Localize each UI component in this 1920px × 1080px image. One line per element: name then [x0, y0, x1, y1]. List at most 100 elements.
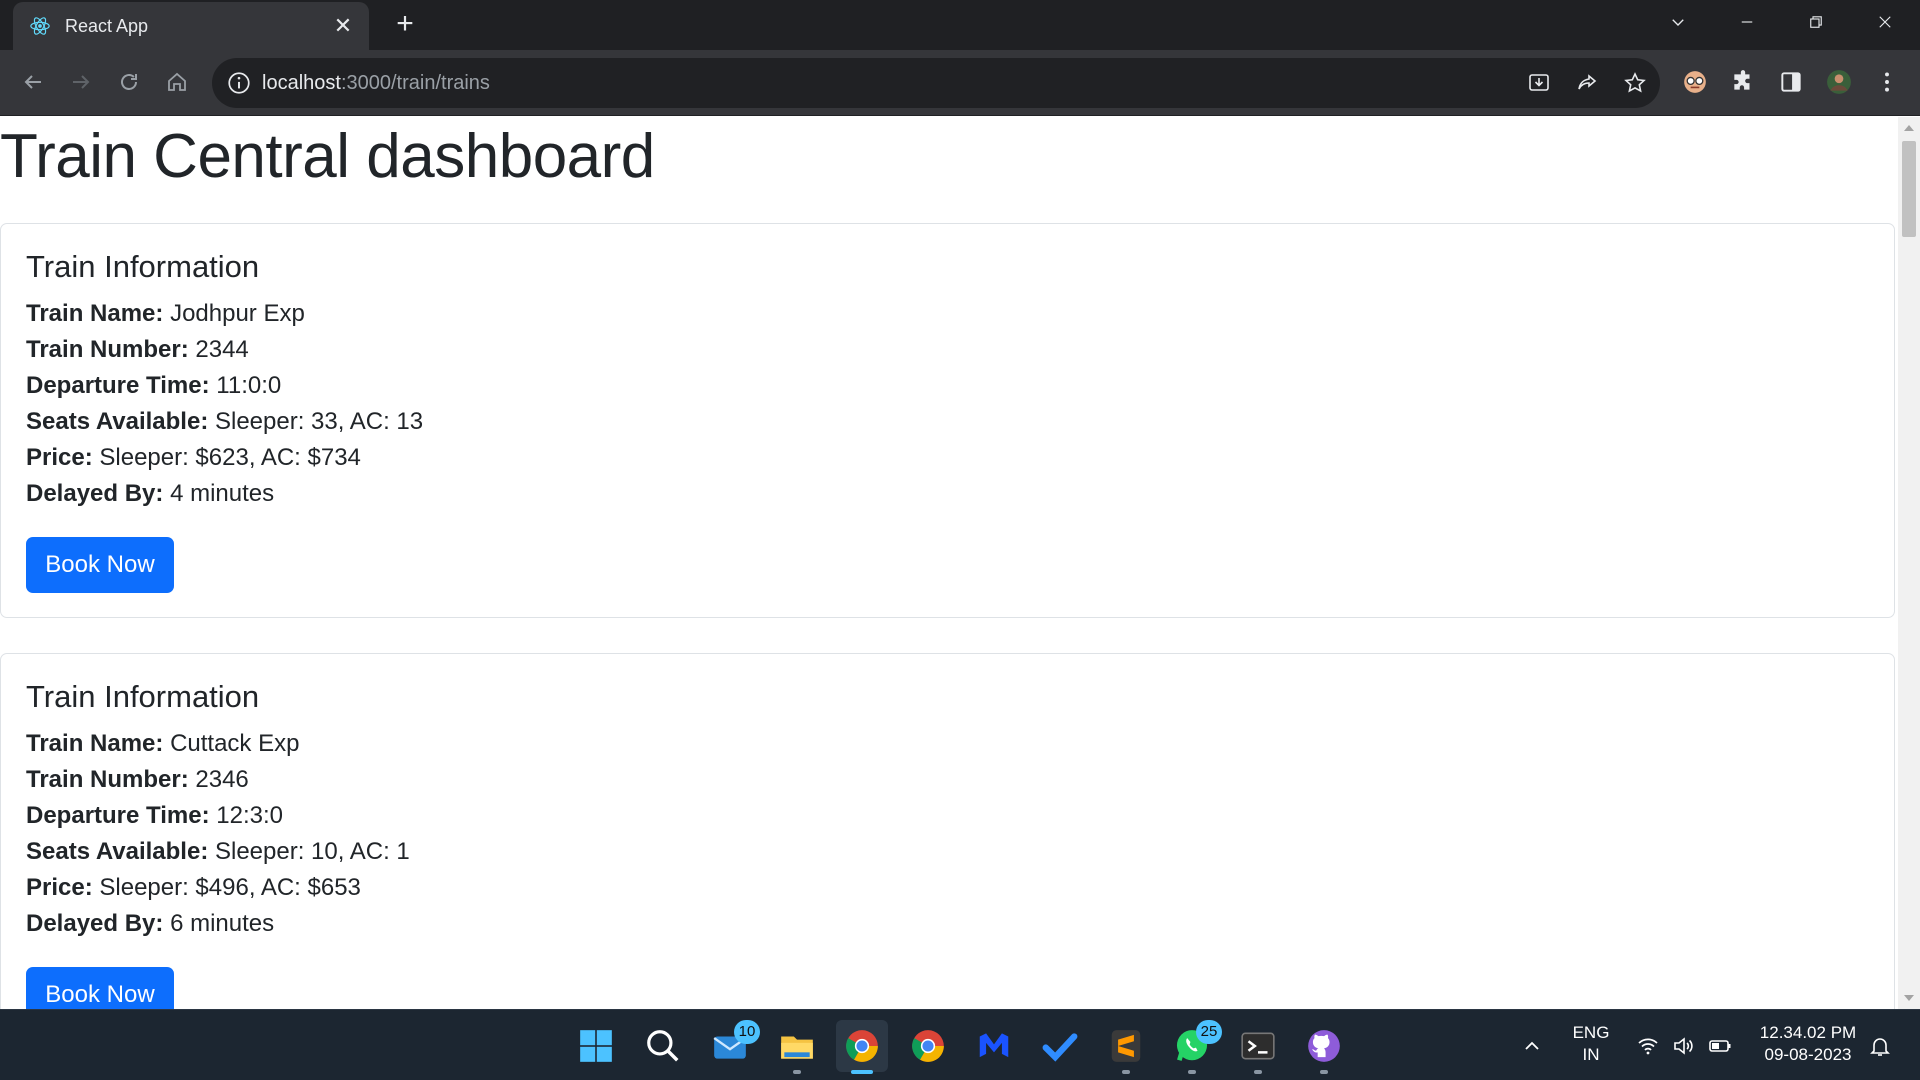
checkmark-icon	[1042, 1033, 1078, 1062]
avatar	[1827, 70, 1851, 94]
minimize-button[interactable]	[1715, 0, 1779, 44]
clock-button[interactable]: 12.34.02 PM 09-08-2023	[1746, 1022, 1870, 1066]
whatsapp-badge: 25	[1196, 1020, 1222, 1044]
taskbar-app-chrome-profile[interactable]	[902, 1020, 954, 1072]
folder-icon	[781, 1036, 813, 1059]
tab-search-button[interactable]	[1646, 0, 1710, 44]
train-card: Train Information Train Name: Cuttack Ex…	[0, 653, 1895, 1009]
field-label: Seats Available:	[26, 408, 209, 435]
side-panel-icon	[1781, 72, 1801, 92]
train-name: Cuttack Exp	[170, 730, 300, 757]
address-bar[interactable]: localhost:3000/train/trains	[212, 58, 1660, 108]
train-name-row: Train Name: Cuttack Exp	[26, 730, 299, 758]
delayed-by: 4 minutes	[170, 480, 275, 507]
extensions-menu-button[interactable]	[1726, 65, 1760, 99]
taskbar-app-terminal[interactable]	[1232, 1020, 1284, 1074]
home-button[interactable]	[160, 65, 194, 99]
share-button[interactable]	[1572, 68, 1602, 98]
restore-icon	[1810, 16, 1822, 28]
card-title: Train Information	[26, 679, 260, 714]
back-button[interactable]	[16, 65, 50, 99]
train-name: Jodhpur Exp	[170, 300, 305, 327]
show-hidden-icons-button[interactable]	[1518, 1032, 1546, 1060]
browser-toolbar: localhost:3000/train/trains	[0, 50, 1920, 116]
terminal-icon	[1241, 1032, 1275, 1060]
field-label: Departure Time:	[26, 372, 210, 399]
departure-time-row: Departure Time: 12:3:0	[26, 802, 283, 830]
malwarebytes-icon	[979, 1033, 1009, 1058]
train-card: Train Information Train Name: Jodhpur Ex…	[0, 223, 1895, 618]
more-vert-icon	[1885, 72, 1889, 92]
seats-available-row: Seats Available: Sleeper: 33, AC: 13	[26, 408, 423, 436]
browser-tab-bar: React App ✕ +	[0, 0, 1920, 50]
running-indicator	[851, 1070, 873, 1074]
departure-time: 11:0:0	[216, 372, 282, 399]
price: Sleeper: $496, AC: $653	[99, 874, 361, 901]
scroll-thumb[interactable]	[1902, 141, 1916, 237]
chevron-down-icon	[1672, 19, 1684, 26]
tab-close-icon[interactable]: ✕	[331, 14, 355, 38]
wifi-button[interactable]	[1634, 1032, 1662, 1060]
install-icon	[1529, 74, 1549, 91]
install-app-button[interactable]	[1524, 68, 1554, 98]
wifi-icon	[1638, 1038, 1658, 1055]
site-info-icon[interactable]	[226, 70, 252, 96]
arrow-right-icon	[73, 75, 90, 89]
field-label: Delayed By:	[26, 480, 164, 507]
taskbar-app-github[interactable]	[1298, 1020, 1350, 1074]
profile-button[interactable]	[1822, 65, 1856, 99]
card-title: Train Information	[26, 249, 260, 284]
forward-button[interactable]	[64, 65, 98, 99]
region-code: IN	[1582, 1045, 1600, 1064]
scroll-down-arrow-icon[interactable]	[1904, 995, 1914, 1001]
field-label: Seats Available:	[26, 838, 209, 865]
taskbar-app-chrome[interactable]	[836, 1020, 888, 1074]
taskbar-app-file-explorer[interactable]	[771, 1020, 823, 1074]
minimize-icon	[1741, 21, 1753, 23]
side-panel-button[interactable]	[1774, 65, 1808, 99]
reload-button[interactable]	[112, 65, 146, 99]
departure-time: 12:3:0	[216, 802, 284, 829]
search-button[interactable]	[637, 1020, 689, 1072]
input-language-button[interactable]: ENG IN	[1566, 1022, 1616, 1066]
close-window-button[interactable]	[1853, 0, 1917, 44]
tab-title: React App	[65, 16, 149, 36]
seats-available-row: Seats Available: Sleeper: 10, AC: 1	[26, 838, 410, 866]
scroll-up-arrow-icon[interactable]	[1904, 125, 1914, 131]
battery-button[interactable]	[1706, 1032, 1734, 1060]
restore-button[interactable]	[1784, 0, 1848, 44]
page-title: Train Central dashboard	[0, 122, 655, 191]
new-tab-button[interactable]: +	[390, 9, 420, 40]
taskbar-app-sublime[interactable]	[1100, 1020, 1152, 1074]
book-now-button[interactable]: Book Now	[26, 967, 174, 1009]
volume-button[interactable]	[1670, 1032, 1698, 1060]
browser-tab[interactable]: React App ✕	[13, 2, 369, 50]
taskbar-app-mail[interactable]: 10	[704, 1020, 760, 1072]
chevron-up-icon	[1525, 1041, 1539, 1050]
url-text[interactable]: localhost:3000/train/trains	[262, 72, 490, 95]
page-scrollbar[interactable]	[1898, 117, 1920, 1009]
delayed-by: 6 minutes	[170, 910, 275, 937]
start-button[interactable]	[570, 1020, 622, 1072]
field-label: Departure Time:	[26, 802, 210, 829]
home-icon	[168, 72, 186, 91]
menu-button[interactable]	[1870, 65, 1904, 99]
price: Sleeper: $623, AC: $734	[99, 444, 361, 471]
taskbar-app-todo[interactable]	[1034, 1020, 1086, 1072]
book-now-button[interactable]: Book Now	[26, 537, 174, 593]
arrow-left-icon	[24, 75, 41, 89]
chrome-icon	[846, 1030, 878, 1062]
windows-logo-icon	[580, 1030, 612, 1062]
departure-time-row: Departure Time: 11:0:0	[26, 372, 281, 400]
notifications-button[interactable]	[1866, 1032, 1894, 1060]
bookmark-button[interactable]	[1620, 68, 1650, 98]
taskbar-app-whatsapp[interactable]: 25	[1166, 1020, 1222, 1074]
battery-icon	[1709, 1040, 1731, 1052]
extension-button[interactable]	[1678, 65, 1712, 99]
github-icon	[1308, 1030, 1340, 1062]
puzzle-icon	[1734, 70, 1750, 90]
sublime-text-icon	[1111, 1030, 1141, 1062]
clock-date: 09-08-2023	[1764, 1045, 1852, 1064]
url-host: localhost	[262, 72, 341, 94]
taskbar-app-malwarebytes[interactable]	[968, 1020, 1020, 1072]
